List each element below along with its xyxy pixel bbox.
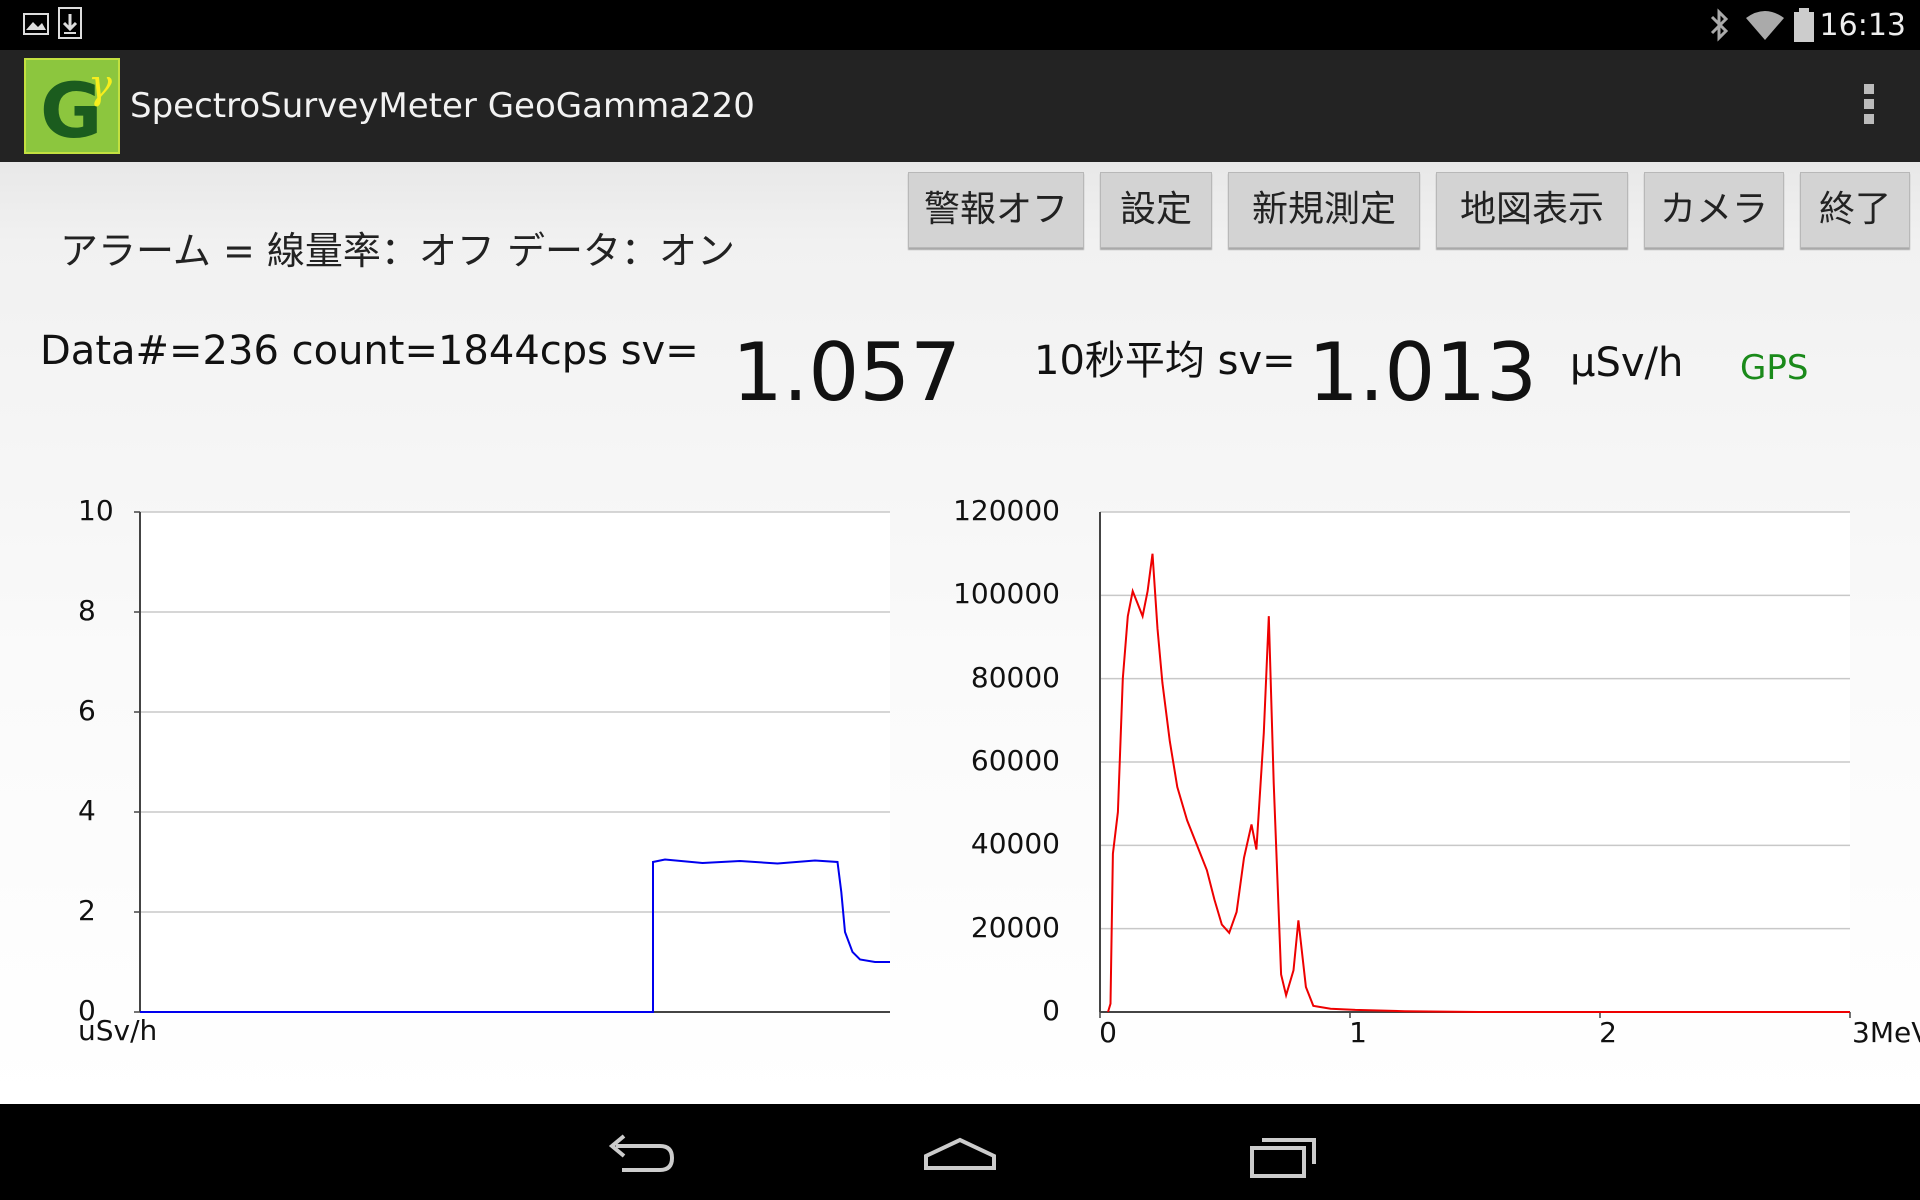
spectrum-chart-y-tick-label: 120000 bbox=[953, 494, 1060, 527]
dose-chart-y-tick-label: 10 bbox=[78, 494, 114, 527]
spectrum-chart-y-tick-label: 40000 bbox=[970, 827, 1060, 861]
dose-chart-y-tick-label: 4 bbox=[78, 794, 96, 827]
dose-chart-y-tick-label: 2 bbox=[78, 894, 96, 927]
spectrum-chart-y-tick-label: 60000 bbox=[970, 744, 1060, 777]
navigation-bar bbox=[0, 1104, 1920, 1200]
spectrum-chart-x-tick-label: 1 bbox=[1349, 1016, 1367, 1049]
dose-chart-y-tick-label: 6 bbox=[78, 694, 96, 727]
dose-chart-y-tick-label: 8 bbox=[78, 594, 96, 627]
back-icon[interactable] bbox=[598, 1124, 678, 1184]
spectrum-chart-y-tick-label: 20000 bbox=[970, 910, 1060, 944]
spectrum-chart-y-tick-label: 100000 bbox=[953, 577, 1060, 611]
home-icon[interactable] bbox=[920, 1124, 1000, 1184]
spectrum-chart-x-tick-label: 0 bbox=[1099, 1016, 1117, 1049]
spectrum-chart-y-tick-label: 80000 bbox=[970, 660, 1060, 694]
spectrum-chart-x-tick-label: 2 bbox=[1599, 1016, 1617, 1049]
spectrum-chart-x-tick-label: 3MeV bbox=[1852, 1016, 1920, 1049]
spectrum-chart-y-tick-label: 0 bbox=[1042, 994, 1060, 1027]
recents-icon[interactable] bbox=[1246, 1124, 1326, 1184]
dose-chart-plot-area bbox=[140, 512, 890, 1012]
dose-chart-unit-label: uSv/h bbox=[78, 1014, 158, 1047]
